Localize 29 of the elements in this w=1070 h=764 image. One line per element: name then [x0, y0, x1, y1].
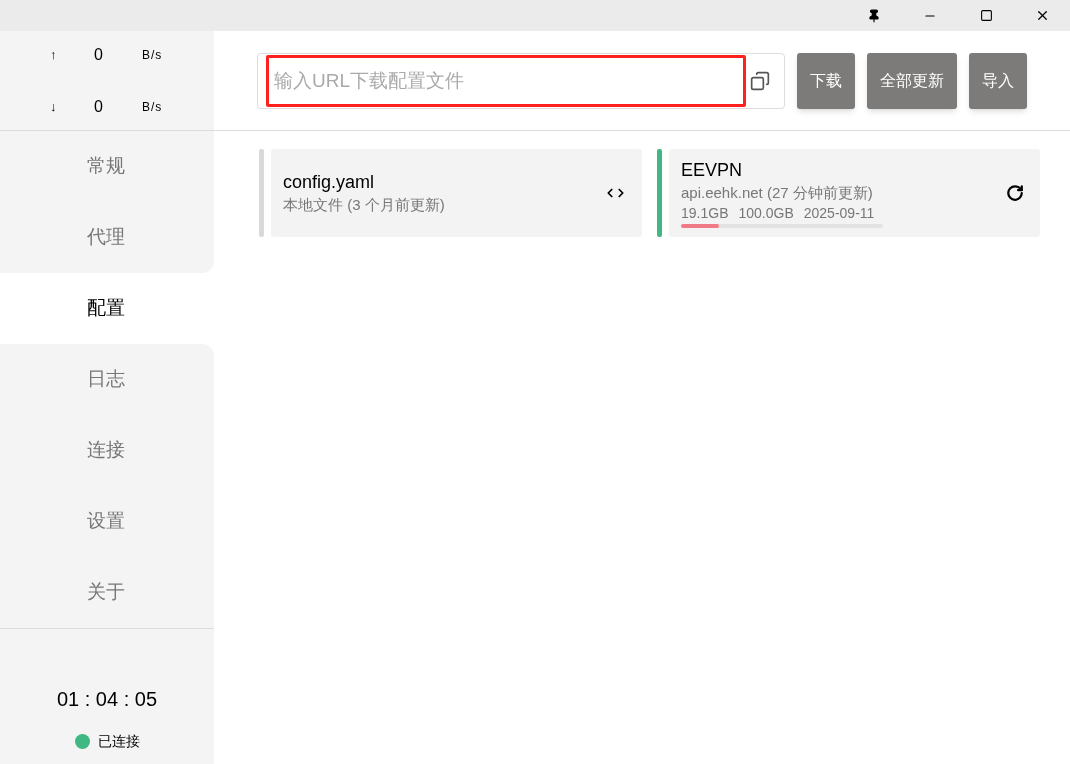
speed-arrow: ↓: [50, 97, 58, 116]
profile-detail: api.eehk.net (27 分钟前更新): [681, 183, 874, 203]
action-button[interactable]: 全部更新: [867, 52, 957, 109]
status-label: 已连接: [97, 732, 140, 751]
uptime-timer: 01 : 04 : 05: [56, 687, 158, 712]
nav-item[interactable]: 连接: [0, 415, 214, 486]
nav-item[interactable]: 设置: [0, 486, 214, 557]
action-button[interactable]: 导入: [969, 52, 1027, 109]
speed-unit: B/s: [142, 98, 163, 116]
profile-name: EEVPN: [681, 159, 744, 182]
profile-card[interactable]: config.yaml 本地文件 (3 个月前更新): [271, 149, 642, 237]
nav-item[interactable]: 日志: [0, 344, 214, 415]
usage-used: 19.1GB: [681, 204, 729, 222]
profile-card[interactable]: EEVPN api.eehk.net (27 分钟前更新) 19.1GB 100.0GB 2025-09-11: [669, 149, 1040, 237]
speed-arrow: ↑: [50, 45, 58, 64]
profile-detail: 本地文件 (3 个月前更新): [283, 195, 446, 215]
url-input-field[interactable]: 输入URL下载配置文件: [257, 52, 785, 109]
nav-item[interactable]: 关于: [0, 557, 214, 628]
refresh-icon[interactable]: [1006, 184, 1024, 202]
expiry-date: 2025-09-11: [803, 204, 875, 222]
nav-item[interactable]: 代理: [0, 202, 214, 273]
speed-value: 0: [94, 44, 104, 65]
action-button[interactable]: 下载: [797, 52, 855, 109]
speed-unit: B/s: [142, 46, 163, 64]
copy-icon[interactable]: [750, 70, 770, 91]
usage-total: 100.0GB: [738, 204, 794, 222]
speed-value: 0: [94, 96, 104, 117]
profile-name: config.yaml: [283, 171, 376, 194]
nav-item[interactable]: 常规: [0, 131, 214, 202]
